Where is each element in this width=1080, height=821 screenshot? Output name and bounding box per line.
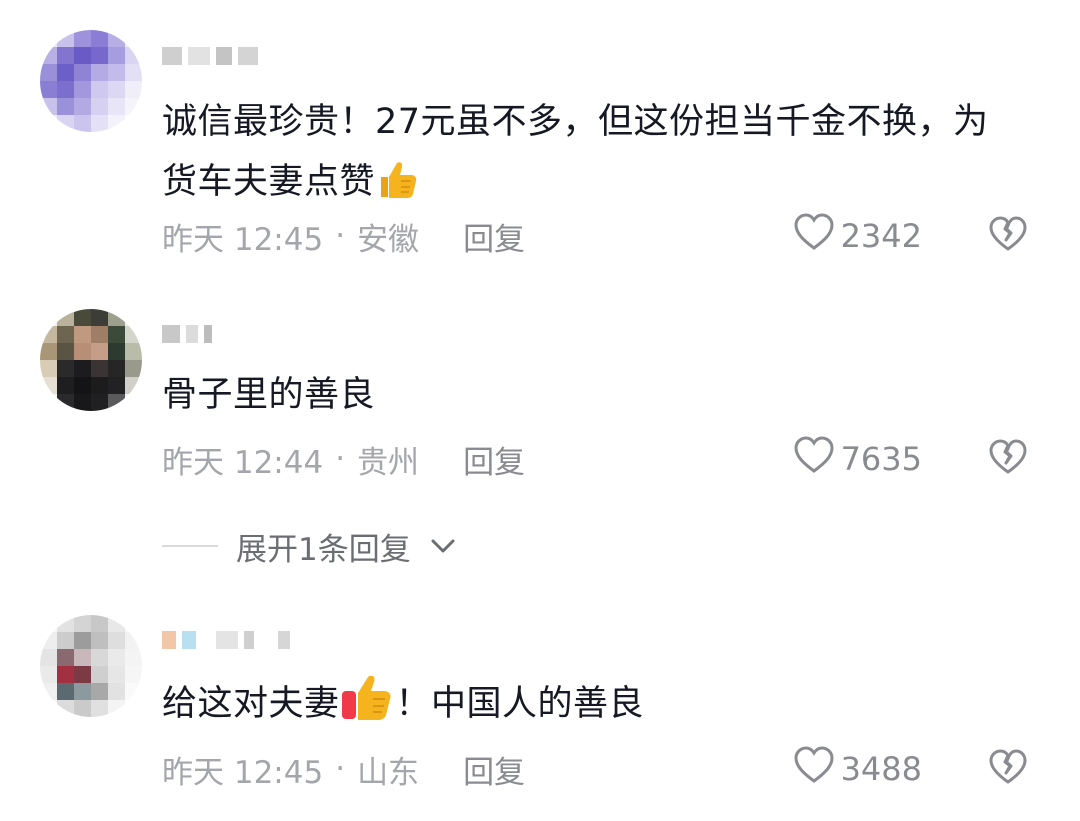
comment-time: 昨天 12:45 [162, 754, 324, 791]
comment-text-body: 诚信最珍贵！27元虽不多，但这份担当千金不换，为货车夫妻点赞 [162, 102, 989, 202]
reply-button[interactable]: 回复 [463, 437, 525, 482]
like-button[interactable]: 7635 [793, 434, 922, 484]
comment-text: 给这对夫妻 ！中国人的善良 [162, 673, 992, 742]
meta-separator: · [335, 751, 346, 787]
meta-separator: · [335, 218, 346, 254]
comment-location: 安徽 [357, 221, 420, 258]
avatar[interactable] [40, 309, 142, 411]
username-blurred[interactable] [162, 38, 258, 74]
dislike-button[interactable] [986, 434, 1030, 484]
broken-heart-icon [988, 215, 1028, 257]
comment-text-body: 骨子里的善良 [162, 375, 376, 415]
comment-time: 昨天 12:44 [162, 444, 324, 481]
heart-outline-icon [793, 745, 835, 793]
broken-heart-icon [988, 438, 1028, 480]
reply-button[interactable]: 回复 [463, 747, 525, 792]
expand-replies-button[interactable]: 展开1条回复 [162, 518, 457, 574]
comment-meta: 昨天 12:45 · 山东 回复 [162, 744, 525, 794]
broken-heart-icon [988, 748, 1028, 790]
like-button[interactable]: 3488 [793, 744, 922, 794]
comment-text: 骨子里的善良 [162, 365, 992, 425]
heart-outline-icon [793, 435, 835, 483]
heart-outline-icon [793, 212, 835, 260]
avatar[interactable] [40, 615, 142, 717]
username-blurred[interactable] [162, 316, 212, 352]
comment-time: 昨天 12:45 [162, 221, 324, 258]
comment-meta: 昨天 12:45 · 安徽 回复 [162, 211, 525, 261]
username-blurred[interactable] [162, 622, 290, 658]
dislike-button[interactable] [986, 744, 1030, 794]
comment-text-body: 给这对夫妻 [162, 684, 340, 724]
like-count: 2342 [840, 217, 922, 255]
reply-button[interactable]: 回复 [463, 214, 525, 259]
comment-location: 贵州 [357, 444, 420, 481]
expand-replies-label: 展开1条回复 [236, 531, 411, 568]
avatar[interactable] [40, 30, 142, 132]
comment-text: 诚信最珍贵！27元虽不多，但这份担当千金不换，为货车夫妻点赞 [162, 92, 992, 220]
thumbs-up-icon [340, 673, 396, 742]
dislike-button[interactable] [986, 211, 1030, 261]
like-button[interactable]: 2342 [793, 211, 922, 261]
meta-separator: · [335, 441, 346, 477]
like-count: 7635 [840, 440, 922, 478]
chevron-down-icon [429, 528, 457, 564]
like-count: 3488 [840, 750, 922, 788]
expand-divider [162, 545, 218, 547]
comment-meta: 昨天 12:44 · 贵州 回复 [162, 434, 525, 484]
comment-location: 山东 [357, 754, 420, 791]
comment-text-body-2: ！中国人的善良 [395, 684, 645, 724]
